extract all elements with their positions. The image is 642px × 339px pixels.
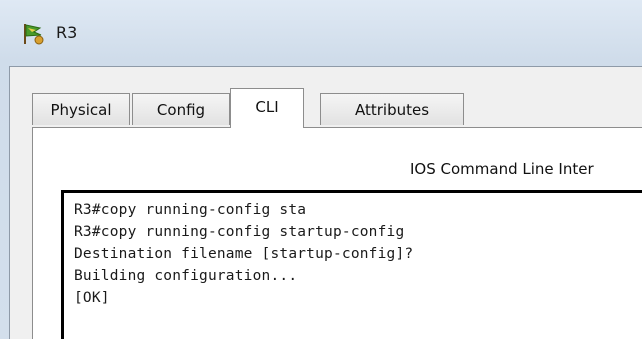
router-device-icon: [24, 24, 44, 45]
console-line: Destination filename [startup-config]?: [74, 246, 414, 262]
tab-label: CLI: [255, 98, 279, 116]
tab-label: Attributes: [354, 101, 430, 119]
panel-heading: IOS Command Line Inter: [410, 160, 594, 178]
console-line: [OK]: [74, 290, 110, 306]
tab-label: Config: [156, 101, 206, 119]
console-line: Building configuration...: [74, 268, 298, 284]
console-line: R3#copy running-config startup-config: [74, 224, 405, 240]
tab-label: Physical: [50, 101, 112, 119]
device-window: R3 Physical Config CLI Attributes IOS Co…: [0, 0, 642, 339]
tab-config[interactable]: Config: [132, 93, 230, 125]
cli-console[interactable]: R3#copy running-config sta R3#copy runni…: [61, 190, 642, 339]
tab-attributes[interactable]: Attributes: [320, 93, 464, 125]
tab-cli[interactable]: CLI: [230, 88, 304, 128]
console-line: R3#copy running-config sta: [74, 202, 307, 218]
title-bar[interactable]: R3: [0, 0, 642, 64]
tab-physical[interactable]: Physical: [32, 93, 130, 125]
window-title: R3: [56, 23, 78, 42]
